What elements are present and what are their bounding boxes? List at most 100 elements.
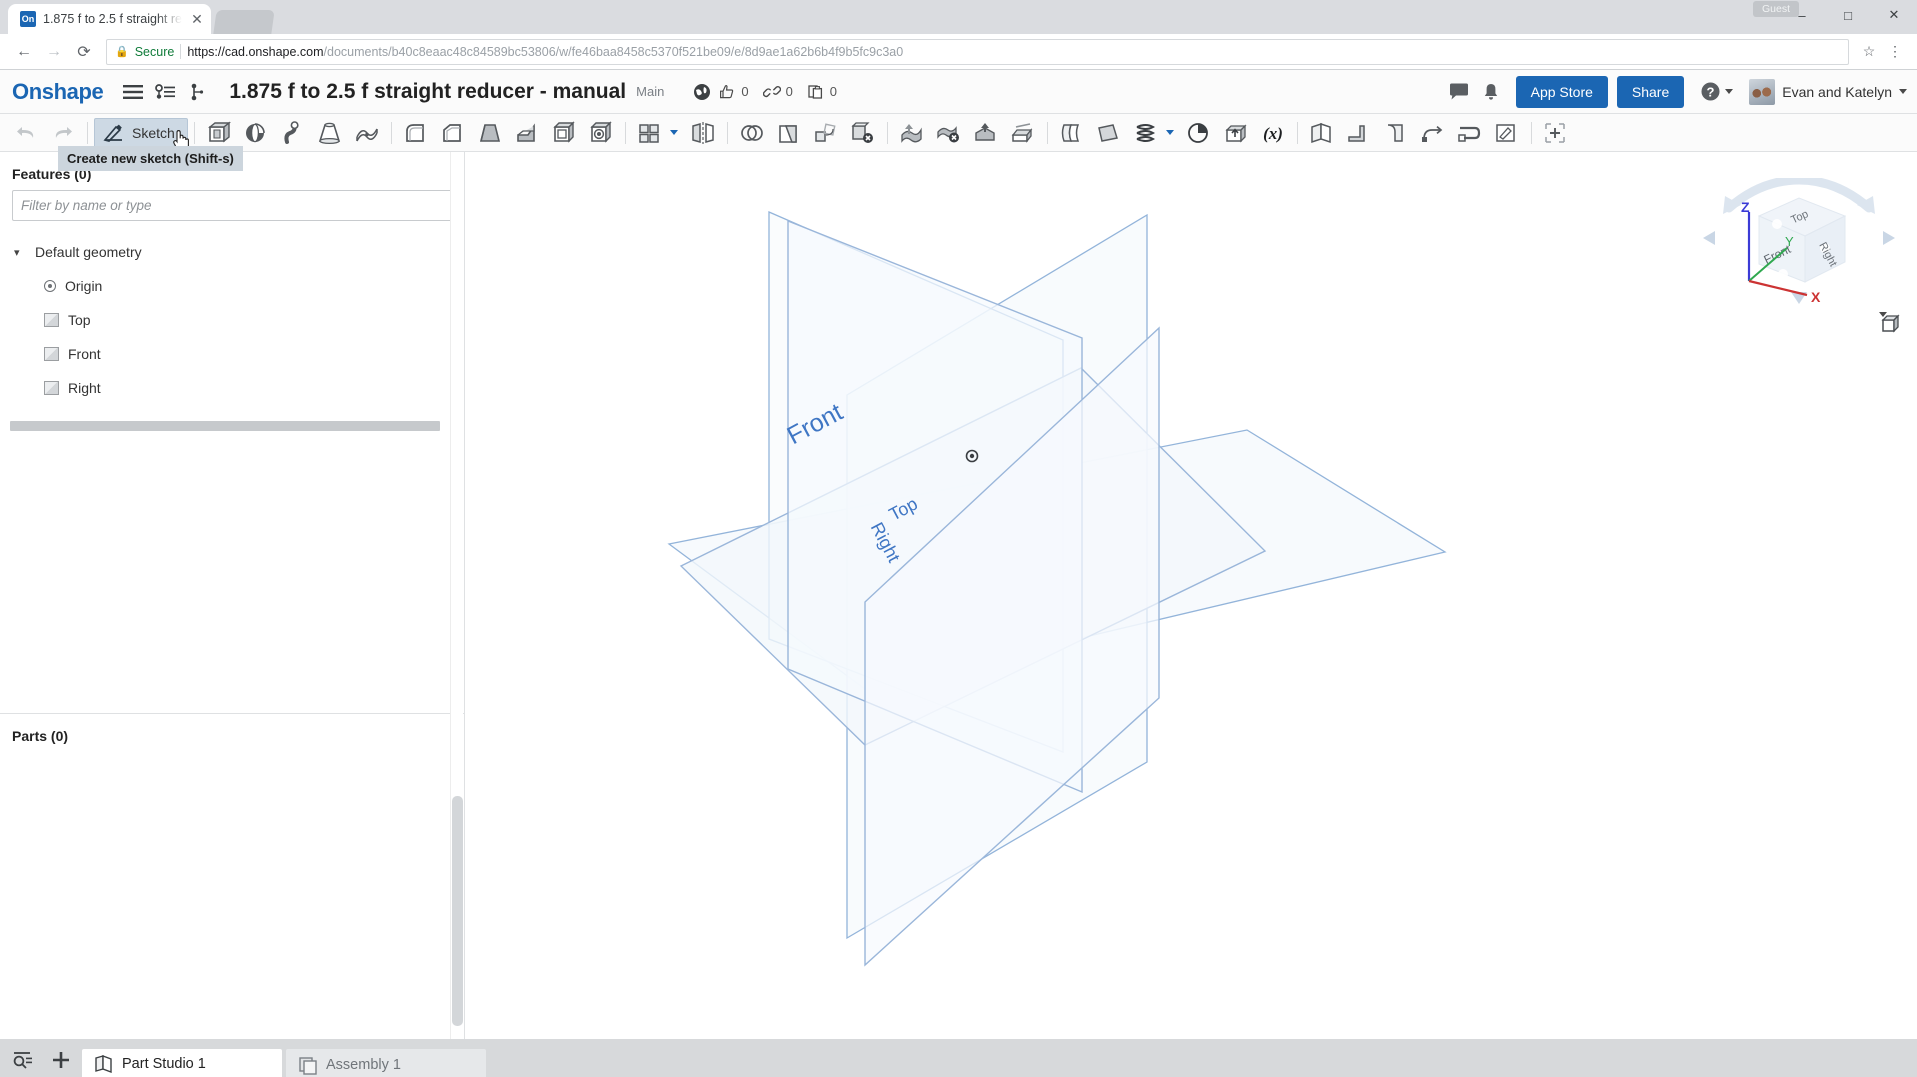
sketch-on-face-icon[interactable]	[1489, 117, 1525, 149]
url-divider	[180, 44, 182, 59]
hamburger-menu-icon[interactable]	[117, 77, 149, 107]
tab-assembly-1[interactable]: Assembly 1	[286, 1049, 486, 1077]
address-bar[interactable]: 🔒 Secure https://cad.onshape.com/documen…	[106, 38, 1849, 65]
3d-viewport[interactable]: Front Top Right Top Front Right Z Y X	[465, 152, 1917, 1039]
toolbar-divider	[1046, 121, 1048, 144]
user-menu[interactable]: Evan and Katelyn	[1749, 78, 1907, 105]
close-icon[interactable]: ✕	[189, 12, 205, 26]
maximize-icon[interactable]: □	[1825, 0, 1871, 30]
z-axis-label: Z	[1741, 199, 1750, 215]
browser-tab[interactable]: On 1.875 f to 2.5 f straight re ✕	[8, 4, 211, 34]
joint-icon[interactable]	[1415, 117, 1451, 149]
feature-filter-input[interactable]: Filter by name or type	[12, 190, 452, 221]
extrude-icon[interactable]	[201, 117, 237, 149]
view-mode-dropdown[interactable]	[1879, 312, 1900, 333]
enclose-icon[interactable]	[1005, 117, 1041, 149]
element-search-icon[interactable]	[6, 1043, 40, 1077]
workspace-label[interactable]: Main	[636, 84, 664, 99]
onshape-header: Onshape 1.875 f to 2.5 f straight reduce…	[0, 70, 1917, 114]
tree-item-label: Right	[68, 380, 101, 396]
delete-face-icon[interactable]	[931, 117, 967, 149]
tab-icon[interactable]	[1378, 117, 1414, 149]
chevron-down-icon	[1725, 89, 1734, 94]
thicken-icon[interactable]	[349, 117, 385, 149]
app-store-button[interactable]: App Store	[1515, 75, 1608, 108]
bookmark-star-icon[interactable]: ☆	[1857, 43, 1881, 60]
loft-icon[interactable]	[312, 117, 348, 149]
version-graph-icon[interactable]	[149, 77, 181, 107]
rib-icon[interactable]	[509, 117, 545, 149]
tab-part-studio-1[interactable]: Part Studio 1	[82, 1049, 282, 1077]
plane-icon	[44, 347, 59, 361]
new-tab-button[interactable]	[213, 10, 275, 34]
globe-public-icon[interactable]	[686, 77, 718, 107]
tab-label: Part Studio 1	[122, 1055, 206, 1072]
tree-group-label: Default geometry	[35, 244, 142, 260]
redo-icon[interactable]	[45, 117, 81, 149]
tree-item-label: Origin	[65, 278, 103, 294]
boolean-icon[interactable]	[734, 117, 770, 149]
back-icon[interactable]: ←	[10, 38, 38, 66]
comment-icon[interactable]	[1443, 77, 1475, 107]
toolbar-divider	[390, 121, 392, 144]
help-menu[interactable]: ?	[1700, 81, 1734, 102]
fillet-icon[interactable]	[398, 117, 434, 149]
notification-bell-icon[interactable]	[1475, 77, 1507, 107]
transform-icon[interactable]	[808, 117, 844, 149]
reload-icon[interactable]: ⟳	[70, 38, 98, 66]
measure-icon[interactable]	[1181, 117, 1217, 149]
likes-counter[interactable]: 0	[718, 83, 749, 101]
sheet-metal-icon[interactable]	[1304, 117, 1340, 149]
import-derived-icon[interactable]	[1218, 117, 1254, 149]
sketch-button[interactable]: Sketch	[94, 117, 188, 148]
feature-rollback-bar[interactable]	[10, 421, 440, 431]
url-text: https://cad.onshape.com/documents/b40c8e…	[187, 45, 903, 59]
mirror-icon[interactable]	[685, 117, 721, 149]
curve-icon[interactable]	[1054, 117, 1090, 149]
helix-icon[interactable]	[1128, 117, 1164, 149]
chamfer-icon[interactable]	[435, 117, 471, 149]
copies-counter[interactable]: 0	[807, 83, 837, 101]
tree-group-default-geometry[interactable]: ▾ Default geometry	[0, 235, 464, 269]
share-button[interactable]: Share	[1616, 75, 1685, 108]
replace-face-icon[interactable]	[968, 117, 1004, 149]
flange-icon[interactable]	[1341, 117, 1377, 149]
shell-icon[interactable]	[546, 117, 582, 149]
hole-icon[interactable]	[583, 117, 619, 149]
move-face-icon[interactable]	[894, 117, 930, 149]
branch-icon[interactable]	[181, 77, 213, 107]
chevron-down-icon[interactable]	[669, 130, 678, 135]
references-count: 0	[785, 84, 793, 99]
delete-part-icon[interactable]	[845, 117, 881, 149]
sweep-icon[interactable]	[275, 117, 311, 149]
onshape-logo[interactable]: Onshape	[12, 79, 104, 105]
feature-list-panel: Features (0) Filter by name or type ▾ De…	[0, 152, 465, 1039]
feature-tree: ▾ Default geometry Origin Top Front Righ…	[0, 229, 464, 405]
add-custom-feature-icon[interactable]	[1538, 117, 1574, 149]
lock-icon: 🔒	[115, 46, 129, 58]
panel-scrollbar-thumb[interactable]	[452, 796, 463, 1026]
window-close-icon[interactable]: ✕	[1871, 0, 1917, 30]
undo-icon[interactable]	[8, 117, 44, 149]
hem-icon[interactable]	[1452, 117, 1488, 149]
chevron-down-icon[interactable]	[1165, 130, 1174, 135]
tree-item-origin[interactable]: Origin	[0, 269, 464, 303]
draft-icon[interactable]	[472, 117, 508, 149]
browser-menu-icon[interactable]: ⋮	[1883, 43, 1907, 60]
url-host: https://cad.onshape.com	[187, 44, 324, 59]
pattern-icon[interactable]	[632, 117, 668, 149]
add-tab-icon[interactable]	[44, 1043, 78, 1077]
tree-item-front[interactable]: Front	[0, 337, 464, 371]
url-path: /documents/b40c8eaac48c84589bc53806/w/fe…	[323, 44, 904, 59]
split-icon[interactable]	[771, 117, 807, 149]
revolve-icon[interactable]	[238, 117, 274, 149]
chevron-down-icon[interactable]: ▾	[14, 246, 26, 259]
view-cube[interactable]: Top Front Right Z Y X	[1699, 178, 1899, 308]
references-counter[interactable]: 0	[762, 83, 793, 101]
surface-icon[interactable]	[1091, 117, 1127, 149]
browser-titlebar: On 1.875 f to 2.5 f straight re ✕ Guest …	[0, 0, 1917, 34]
minimize-icon[interactable]: –	[1779, 0, 1825, 30]
variable-icon[interactable]: (x)	[1255, 117, 1291, 149]
tree-item-top[interactable]: Top	[0, 303, 464, 337]
tree-item-right[interactable]: Right	[0, 371, 464, 405]
